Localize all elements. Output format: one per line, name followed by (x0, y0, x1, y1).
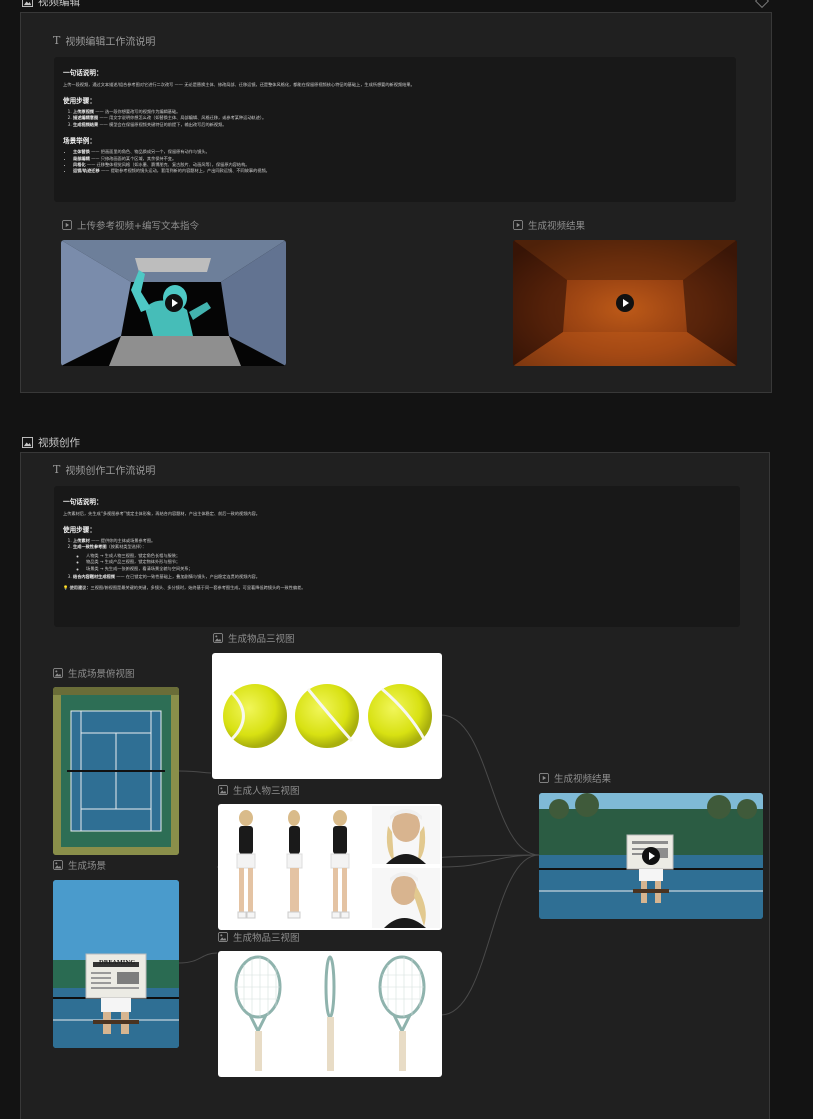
list-item: 场景类 → 先生成一张俯视图，看清场景全貌与空间关系； (86, 566, 731, 572)
video-create-panel: T 视频创作工作流说明 一句话说明： 上传素材后，先生成“多视图参考”锁定主体形… (20, 452, 770, 1119)
label-text: 生成物品三视图 (233, 933, 300, 944)
workflow-title-text: 视频编辑工作流说明 (65, 37, 156, 48)
list-item: 生成视频结果 —— 模型会在保留原视频关键特征的前提下，输出改写后的新视频。 (73, 122, 727, 128)
workflow-doc[interactable]: 一句话说明： 上传素材后，先生成“多视图参考”锁定主体形象，再结合内容题材，产出… (54, 486, 740, 627)
pin-icon[interactable] (754, 0, 770, 9)
tip: 💡 使用建议：三视图/俯视图是最关键的关键，多镜头、多分镜时，始终基于同一套参考… (63, 585, 306, 591)
input-node-label: 上传参考视频+编写文本指令 (62, 218, 199, 232)
image-icon (53, 668, 63, 678)
text-icon: T (53, 463, 61, 476)
newspaper-headline: DREAMING (98, 960, 136, 966)
examples-list: 主体替换 —— 把画面里的角色、物品换成另一个，保留原有动作与镜头。局部编辑 —… (63, 149, 727, 175)
tennis-balls-image[interactable] (212, 653, 442, 779)
doc-heading: 场景举例： (63, 137, 96, 146)
label-text: 生成人物三视图 (233, 786, 300, 797)
doc-heading: 使用步骤： (63, 526, 96, 534)
section-title: 视频创作 (38, 437, 80, 449)
workflow-doc[interactable]: 一句话说明： 上传一段视频，通过文本描述/组合参考图对它进行二次改写 —— 无论… (54, 57, 736, 202)
rackets-graphic (234, 955, 426, 1071)
output-node-label: 生成视频结果 (513, 218, 585, 232)
tennis-balls-graphic (223, 684, 432, 748)
person-views-graphic (236, 806, 440, 928)
item-views-label-2: 生成物品三视图 (218, 930, 300, 944)
text-icon: T (53, 34, 61, 47)
video-icon (513, 220, 523, 230)
section-label-video-create[interactable]: 视频创作 (22, 435, 80, 450)
rackets-image[interactable] (218, 951, 442, 1077)
court-graphic (53, 687, 179, 855)
label-text: 上传参考视频+编写文本指令 (77, 221, 199, 232)
list-item: 生成一致性参考图（按素材类型选择）： 人物类 → 生成人物三视图，锁定角色长相与… (73, 544, 731, 572)
scene-image[interactable]: DREAMING (53, 880, 179, 1048)
play-icon[interactable] (616, 294, 634, 312)
image-frame-icon (22, 437, 33, 448)
steps-list: 上传素材 —— 提供你的主体或场景参考图。 生成一致性参考图（按素材类型选择）：… (63, 538, 731, 580)
doc-heading: 一句话说明： (63, 69, 103, 77)
section-label-video-edit[interactable]: 视频编辑 (22, 0, 80, 9)
doc-summary: 上传素材后，先生成“多视图参考”锁定主体形象，再结合内容题材，产出主体稳定、前后… (63, 511, 260, 516)
doc-summary: 上传一段视频，通过文本描述/组合参考图对它进行二次改写 —— 无论是替换主体、修… (63, 82, 415, 87)
result-video-thumbnail[interactable] (513, 240, 737, 366)
lightbulb-icon: 💡 (63, 585, 69, 591)
person-views-image[interactable] (218, 804, 442, 930)
sub-list: 人物类 → 生成人物三视图，锁定角色长相与服装； 物品类 → 生成产品三视图，锁… (73, 553, 731, 572)
label-text: 生成物品三视图 (228, 634, 295, 645)
list-item: 运镜/轨迹迁移 —— 提取参考视频的镜头运动，套用到新的内容题材上，产出同款运镜… (73, 168, 727, 174)
image-icon (53, 860, 63, 870)
steps-list: 上传原视频 —— 选一段你想要改写的视频作为编辑基础。描述编辑意图 —— 用文字… (63, 109, 727, 128)
reference-video-thumbnail[interactable] (61, 240, 286, 366)
scene-label: 生成场景 (53, 858, 106, 872)
label-text: 生成视频结果 (554, 774, 612, 785)
result-label: 生成视频结果 (539, 771, 611, 785)
doc-heading: 一句话说明： (63, 498, 103, 506)
workflow-title-text: 视频创作工作流说明 (65, 466, 156, 477)
image-icon (218, 932, 228, 942)
item-views-label: 生成物品三视图 (213, 631, 295, 645)
image-icon (213, 633, 223, 643)
image-icon (218, 785, 228, 795)
video-icon (62, 220, 72, 230)
result-video-thumbnail[interactable] (539, 793, 763, 919)
workflow-title: T 视频创作工作流说明 (53, 462, 155, 477)
scene-top-view-label: 生成场景俯视图 (53, 666, 135, 680)
label-text: 生成场景俯视图 (68, 669, 135, 680)
court-top-view-image[interactable] (53, 687, 179, 855)
list-item: 结合内容题材生成视频 —— 在已锁定的一致性基础上，叠加剧情与镜头，产出稳定连贯… (73, 574, 731, 580)
person-views-label: 生成人物三视图 (218, 783, 300, 797)
play-icon[interactable] (164, 294, 183, 312)
label-text: 生成视频结果 (528, 221, 586, 232)
play-icon[interactable] (642, 847, 660, 865)
label-text: 生成场景 (68, 861, 107, 872)
video-edit-panel: T 视频编辑工作流说明 一句话说明： 上传一段视频，通过文本描述/组合参考图对它… (20, 12, 772, 393)
workflow-title: T 视频编辑工作流说明 (53, 33, 155, 48)
section-title: 视频编辑 (38, 0, 80, 8)
doc-heading: 使用步骤： (63, 97, 96, 105)
image-frame-icon (22, 0, 33, 7)
video-icon (539, 773, 549, 783)
